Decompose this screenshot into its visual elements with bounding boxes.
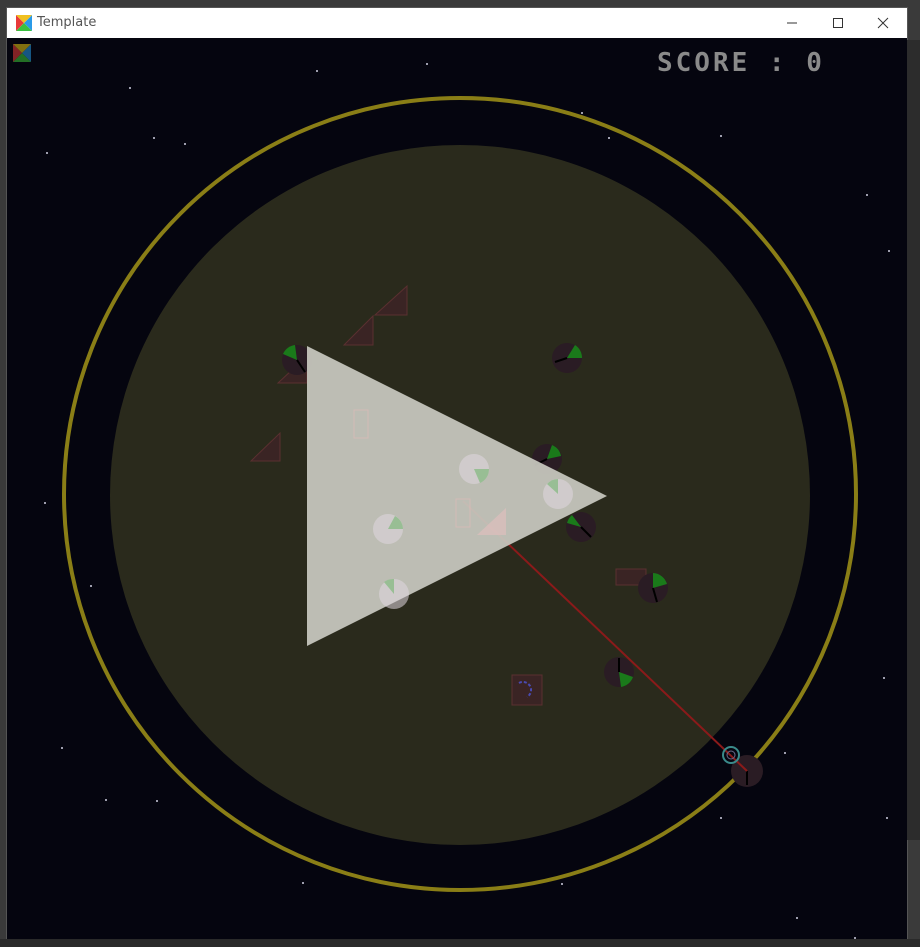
- close-button[interactable]: [860, 8, 906, 38]
- game-window: Template SCORE: 0: [6, 7, 908, 941]
- background-bottom-edge: [0, 939, 920, 947]
- corner-logo-icon: [13, 44, 31, 62]
- minimize-icon: [787, 22, 797, 24]
- title-bar[interactable]: Template: [7, 8, 907, 38]
- app-logo-icon: [16, 15, 32, 31]
- background-edge: [907, 40, 920, 840]
- score-display: SCORE : 0: [657, 48, 825, 78]
- minimize-button[interactable]: [769, 8, 815, 38]
- game-canvas[interactable]: [7, 38, 907, 940]
- window-title: Template: [37, 15, 97, 30]
- maximize-icon: [833, 18, 843, 28]
- maximize-button[interactable]: [815, 8, 861, 38]
- close-icon: [877, 17, 889, 29]
